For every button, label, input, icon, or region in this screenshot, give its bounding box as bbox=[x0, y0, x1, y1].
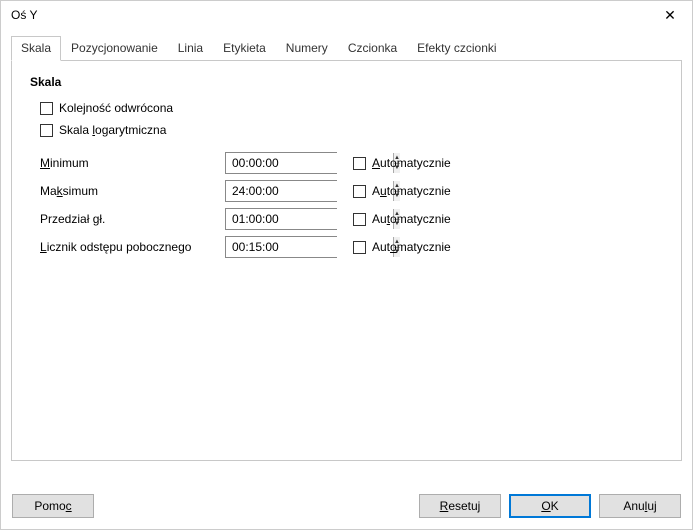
ok-button[interactable]: OK bbox=[509, 494, 591, 518]
maximum-row: Maksimum ▲ ▼ Automatycznie bbox=[30, 177, 663, 205]
reverse-order-row: Kolejność odwrócona bbox=[40, 97, 663, 119]
help-button[interactable]: Pomoc bbox=[12, 494, 94, 518]
maximum-label: Maksimum bbox=[40, 184, 225, 198]
maximum-spinner[interactable]: ▲ ▼ bbox=[225, 180, 337, 202]
tab-linia[interactable]: Linia bbox=[168, 36, 213, 61]
major-interval-spinner[interactable]: ▲ ▼ bbox=[225, 208, 337, 230]
dialog-footer: Pomoc Resetuj OK Anuluj bbox=[12, 494, 681, 518]
minor-count-auto-checkbox[interactable] bbox=[353, 241, 366, 254]
tab-pozycjonowanie[interactable]: Pozycjonowanie bbox=[61, 36, 168, 61]
log-scale-label: Skala logarytmiczna bbox=[59, 123, 166, 137]
tab-etykieta[interactable]: Etykieta bbox=[213, 36, 276, 61]
major-interval-row: Przedział gł. ▲ ▼ Automatycznie bbox=[30, 205, 663, 233]
minimum-label: Minimum bbox=[40, 156, 225, 170]
window-title: Oś Y bbox=[11, 8, 37, 22]
log-scale-row: Skala logarytmiczna bbox=[40, 119, 663, 141]
tab-numery[interactable]: Numery bbox=[276, 36, 338, 61]
minor-count-auto: Automatycznie bbox=[353, 240, 451, 254]
major-interval-auto: Automatycznie bbox=[353, 212, 451, 226]
log-scale-checkbox[interactable] bbox=[40, 124, 53, 137]
minor-count-row: Licznik odstępu pobocznego ▲ ▼ Automatyc… bbox=[30, 233, 663, 261]
tab-efekty-czcionki[interactable]: Efekty czcionki bbox=[407, 36, 506, 61]
minimum-auto-checkbox[interactable] bbox=[353, 157, 366, 170]
reverse-order-checkbox[interactable] bbox=[40, 102, 53, 115]
major-interval-label: Przedział gł. bbox=[40, 212, 225, 226]
tab-bar: Skala Pozycjonowanie Linia Etykieta Nume… bbox=[11, 35, 682, 61]
tab-czcionka[interactable]: Czcionka bbox=[338, 36, 407, 61]
maximum-auto-checkbox[interactable] bbox=[353, 185, 366, 198]
close-icon[interactable]: ✕ bbox=[656, 1, 684, 29]
content: Skala Pozycjonowanie Linia Etykieta Nume… bbox=[1, 29, 692, 461]
cancel-button[interactable]: Anuluj bbox=[599, 494, 681, 518]
titlebar: Oś Y ✕ bbox=[1, 1, 692, 29]
minimum-spinner[interactable]: ▲ ▼ bbox=[225, 152, 337, 174]
major-interval-auto-checkbox[interactable] bbox=[353, 213, 366, 226]
maximum-auto-label: Automatycznie bbox=[372, 184, 451, 198]
minimum-row: Minimum ▲ ▼ Automatycznie bbox=[30, 149, 663, 177]
tab-skala[interactable]: Skala bbox=[11, 36, 61, 61]
minimum-auto: Automatycznie bbox=[353, 156, 451, 170]
reverse-order-label: Kolejność odwrócona bbox=[59, 101, 173, 115]
major-interval-auto-label: Automatycznie bbox=[372, 212, 451, 226]
maximum-auto: Automatycznie bbox=[353, 184, 451, 198]
minor-count-spinner[interactable]: ▲ ▼ bbox=[225, 236, 337, 258]
reset-button[interactable]: Resetuj bbox=[419, 494, 501, 518]
minimum-auto-label: Automatycznie bbox=[372, 156, 451, 170]
minor-count-auto-label: Automatycznie bbox=[372, 240, 451, 254]
minor-count-label: Licznik odstępu pobocznego bbox=[40, 240, 225, 254]
tab-panel: Skala Kolejność odwrócona Skala logarytm… bbox=[11, 61, 682, 461]
section-title: Skala bbox=[30, 75, 663, 89]
